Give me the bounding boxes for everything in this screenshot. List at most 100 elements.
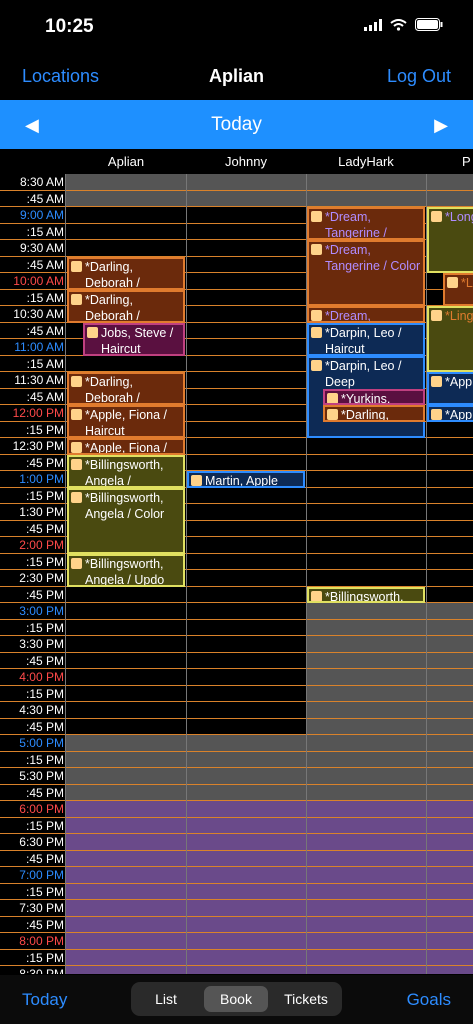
appointment-block[interactable]: *Long, P Exter bbox=[427, 207, 473, 273]
grid-cell[interactable] bbox=[426, 735, 473, 751]
grid-cell[interactable] bbox=[426, 504, 473, 520]
appointment-block[interactable]: *Billingsworth, Angela / bbox=[67, 454, 185, 488]
time-slot[interactable]: :15 PM bbox=[0, 685, 473, 702]
time-slot[interactable]: 7:30 PM bbox=[0, 900, 473, 917]
grid-cell[interactable] bbox=[426, 933, 473, 949]
grid-cell[interactable] bbox=[186, 553, 306, 569]
grid-cell[interactable] bbox=[186, 685, 306, 701]
grid-cell[interactable] bbox=[186, 801, 306, 817]
time-slot[interactable]: :45 PM bbox=[0, 652, 473, 669]
time-slot[interactable]: 4:00 PM bbox=[0, 669, 473, 686]
grid-cell[interactable] bbox=[66, 801, 186, 817]
time-slot[interactable]: :15 PM bbox=[0, 751, 473, 768]
grid-cell[interactable] bbox=[426, 438, 473, 454]
grid-cell[interactable] bbox=[66, 718, 186, 734]
time-slot[interactable]: 5:00 PM bbox=[0, 735, 473, 752]
grid-cell[interactable] bbox=[426, 586, 473, 602]
appointment-block[interactable]: *Darpin, Leo / Haircut bbox=[307, 322, 425, 356]
grid-cell[interactable] bbox=[306, 784, 426, 800]
time-slot[interactable]: :15 PM bbox=[0, 817, 473, 834]
appointment-block[interactable]: *Billingsworth, bbox=[307, 586, 425, 603]
time-slot[interactable]: 3:30 PM bbox=[0, 636, 473, 653]
grid-cell[interactable] bbox=[426, 784, 473, 800]
grid-cell[interactable] bbox=[66, 966, 186, 974]
time-slot[interactable]: :45 PM bbox=[0, 916, 473, 933]
time-slot[interactable]: :45 PM bbox=[0, 718, 473, 735]
grid-cell[interactable] bbox=[66, 751, 186, 767]
time-slot[interactable]: :15 PM bbox=[0, 883, 473, 900]
grid-cell[interactable] bbox=[186, 256, 306, 272]
segment-tickets[interactable]: Tickets bbox=[273, 986, 339, 1012]
grid-cell[interactable] bbox=[426, 834, 473, 850]
grid-cell[interactable] bbox=[186, 322, 306, 338]
appointment-block[interactable]: *Dream, bbox=[307, 306, 425, 323]
grid-cell[interactable] bbox=[186, 768, 306, 784]
grid-cell[interactable] bbox=[66, 190, 186, 206]
grid-cell[interactable] bbox=[66, 586, 186, 602]
grid-cell[interactable] bbox=[426, 702, 473, 718]
appointment-block[interactable]: *Darling, bbox=[323, 405, 425, 422]
grid-cell[interactable] bbox=[66, 949, 186, 965]
grid-cell[interactable] bbox=[426, 669, 473, 685]
grid-cell[interactable] bbox=[186, 949, 306, 965]
grid-cell[interactable] bbox=[66, 619, 186, 635]
grid-cell[interactable] bbox=[306, 174, 426, 190]
grid-cell[interactable] bbox=[186, 504, 306, 520]
grid-cell[interactable] bbox=[306, 900, 426, 916]
appointment-block[interactable]: *Billingsworth, Angela / Updo bbox=[67, 553, 185, 587]
grid-cell[interactable] bbox=[66, 768, 186, 784]
column-header-ladyhark[interactable]: LadyHark bbox=[306, 154, 426, 169]
time-slot[interactable]: 5:30 PM bbox=[0, 768, 473, 785]
grid-cell[interactable] bbox=[426, 454, 473, 470]
grid-cell[interactable] bbox=[186, 883, 306, 899]
appointment-block[interactable]: *L He bbox=[443, 273, 473, 306]
grid-cell[interactable] bbox=[66, 834, 186, 850]
time-slot[interactable]: 6:30 PM bbox=[0, 834, 473, 851]
appointment-block[interactable]: *Apple, Fiona / bbox=[67, 438, 185, 455]
grid-cell[interactable] bbox=[426, 421, 473, 437]
grid-cell[interactable] bbox=[426, 570, 473, 586]
grid-cell[interactable] bbox=[306, 817, 426, 833]
grid-cell[interactable] bbox=[306, 537, 426, 553]
grid-cell[interactable] bbox=[186, 652, 306, 668]
grid-cell[interactable] bbox=[186, 735, 306, 751]
grid-cell[interactable] bbox=[186, 900, 306, 916]
grid-cell[interactable] bbox=[426, 801, 473, 817]
grid-cell[interactable] bbox=[306, 669, 426, 685]
grid-cell[interactable] bbox=[426, 817, 473, 833]
column-header-aplian[interactable]: Aplian bbox=[66, 154, 186, 169]
grid-cell[interactable] bbox=[66, 603, 186, 619]
appointment-block[interactable]: *Apple, Fiona / Haircut bbox=[67, 405, 185, 438]
grid-cell[interactable] bbox=[66, 817, 186, 833]
grid-cell[interactable] bbox=[66, 867, 186, 883]
appointment-block[interactable]: Martin, Apple bbox=[187, 471, 305, 488]
grid-cell[interactable] bbox=[186, 850, 306, 866]
grid-cell[interactable] bbox=[426, 652, 473, 668]
grid-cell[interactable] bbox=[306, 454, 426, 470]
schedule-grid[interactable]: 8:30 AM:45 AM 9:00 AM:15 AM 9:30 AM:45 AM 1… bbox=[0, 174, 473, 974]
segment-list[interactable]: List bbox=[135, 986, 197, 1012]
grid-cell[interactable] bbox=[186, 372, 306, 388]
grid-cell[interactable] bbox=[306, 834, 426, 850]
time-slot[interactable]: :15 PM bbox=[0, 949, 473, 966]
grid-cell[interactable] bbox=[426, 900, 473, 916]
grid-cell[interactable] bbox=[186, 570, 306, 586]
grid-cell[interactable] bbox=[186, 207, 306, 223]
time-slot[interactable]: :45 PM bbox=[0, 850, 473, 867]
grid-cell[interactable] bbox=[306, 471, 426, 487]
grid-cell[interactable] bbox=[306, 636, 426, 652]
grid-cell[interactable] bbox=[426, 966, 473, 974]
grid-cell[interactable] bbox=[426, 916, 473, 932]
grid-cell[interactable] bbox=[306, 487, 426, 503]
appointment-block[interactable]: *Darling, Deborah / bbox=[67, 256, 185, 290]
grid-cell[interactable] bbox=[186, 405, 306, 421]
grid-cell[interactable] bbox=[306, 916, 426, 932]
grid-cell[interactable] bbox=[186, 388, 306, 404]
grid-cell[interactable] bbox=[306, 735, 426, 751]
time-slot[interactable]: 7:00 PM bbox=[0, 867, 473, 884]
grid-cell[interactable] bbox=[186, 702, 306, 718]
appointment-block[interactable]: *Darling, Deborah / bbox=[67, 289, 185, 323]
logout-button[interactable]: Log Out bbox=[387, 66, 451, 87]
goals-button[interactable]: Goals bbox=[407, 990, 451, 1010]
column-header-p[interactable]: P bbox=[462, 154, 473, 169]
